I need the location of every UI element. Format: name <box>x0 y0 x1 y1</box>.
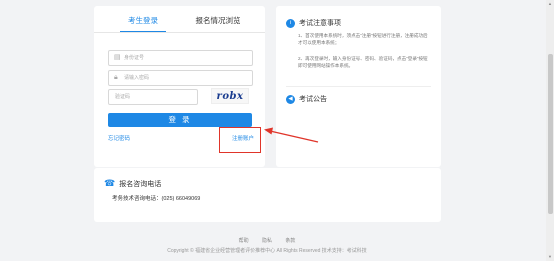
login-card: 考生登录 报名情况浏览 ▤ 🔒︎ robx 登 录 忘记密码 注册账户 <box>94 6 265 167</box>
scroll-up-arrow-icon[interactable]: ▲ <box>546 0 554 8</box>
announcement-header: ◀ 考试公告 <box>286 94 327 104</box>
notice-item: 1、首次使用本系统时，须点击“注册”按钮进行注册，注册成功后才可以使用本系统； <box>298 33 428 45</box>
register-highlight-box <box>219 127 261 153</box>
info-icon: i <box>286 18 295 28</box>
password-field[interactable]: 🔒︎ <box>108 70 253 86</box>
hotline-card: ☎ 报名咨询电话 考务技术咨询电话：(025) 66049069 <box>94 168 441 222</box>
idcard-input[interactable] <box>124 51 246 65</box>
copyright: Copyright © 福建省企业经营管理者评价推荐中心 All Rights … <box>167 248 367 254</box>
id-card-icon: ▤ <box>114 54 121 61</box>
notice-title: 考试注意事项 <box>299 20 341 27</box>
megaphone-icon: ◀ <box>286 94 295 104</box>
scrollbar[interactable]: ▲ ▼ <box>546 0 554 261</box>
password-input[interactable] <box>124 71 246 85</box>
footer-link-privacy[interactable]: 隐私 <box>262 238 272 244</box>
lock-icon: 🔒︎ <box>114 74 118 81</box>
divider <box>286 86 431 87</box>
captcha-field[interactable] <box>108 89 198 105</box>
footer-link-terms[interactable]: 条款 <box>285 238 295 244</box>
notice-header: i 考试注意事项 <box>286 18 341 28</box>
hotline-header: ☎ 报名咨询电话 <box>104 178 161 189</box>
tab-registration-status[interactable]: 报名情况浏览 <box>185 15 251 26</box>
footer-link-help[interactable]: 帮助 <box>239 238 249 244</box>
notice-item: 2、再次登录时，输入身份证号、密码、验证码，点击“登录”按钮即可使用网站操作本系… <box>298 56 428 68</box>
hotline-title: 报名咨询电话 <box>119 180 162 188</box>
announcement-title: 考试公告 <box>299 96 327 103</box>
login-button[interactable]: 登 录 <box>108 113 252 127</box>
tab-divider <box>94 32 265 33</box>
notice-card: i 考试注意事项 1、首次使用本系统时，须点击“注册”按钮进行注册，注册成功后才… <box>276 6 441 167</box>
captcha-input[interactable] <box>115 90 193 104</box>
hotline-number: 考务技术咨询电话：(025) 66049069 <box>112 196 201 202</box>
tab-login[interactable]: 考生登录 <box>118 15 168 26</box>
scroll-down-arrow-icon[interactable]: ▼ <box>546 253 554 261</box>
idcard-field[interactable]: ▤ <box>108 50 253 66</box>
phone-icon: ☎ <box>104 178 116 188</box>
captcha-image[interactable]: robx <box>211 88 249 104</box>
scrollbar-thumb[interactable] <box>547 54 553 214</box>
forgot-password-link[interactable]: 忘记密码 <box>108 134 130 142</box>
footer-links: 帮助 隐私 条款 <box>0 237 534 244</box>
